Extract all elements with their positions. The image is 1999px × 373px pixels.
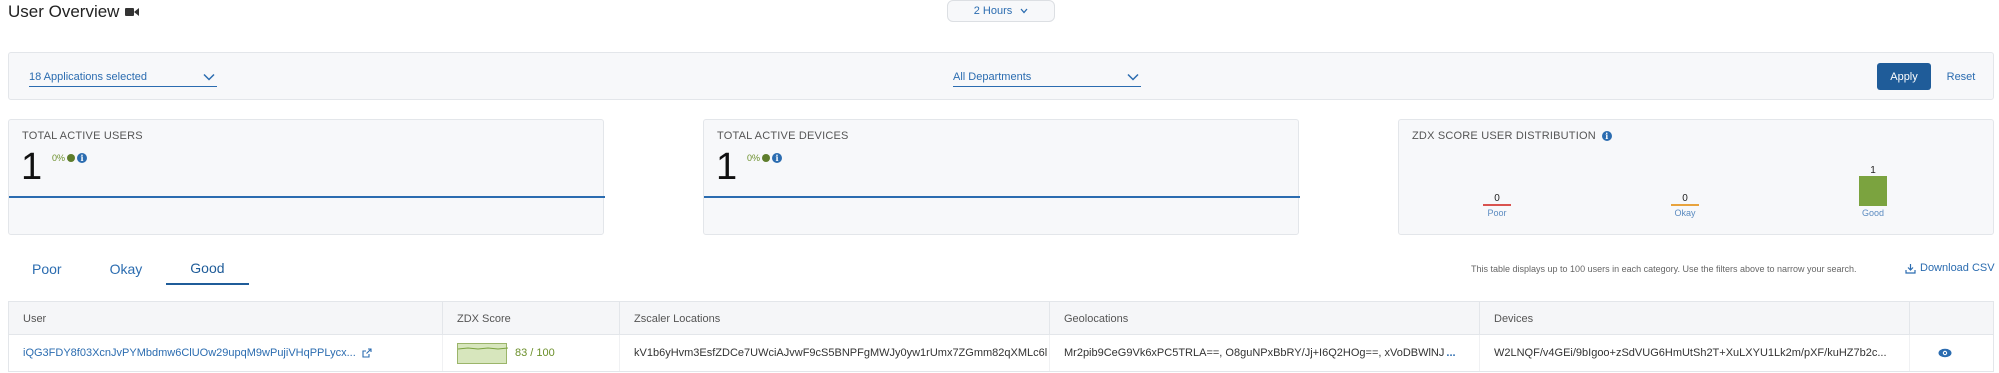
chevron-down-icon [1020, 8, 1028, 14]
distribution-chart: 0 Poor 0 Okay 1 Good [1483, 165, 1887, 218]
info-icon[interactable]: i [77, 153, 88, 163]
total-active-devices-value: 1 [716, 146, 738, 188]
page-title-text: User Overview [8, 2, 120, 21]
column-header-user[interactable]: User [9, 302, 443, 335]
zdx-score-cell: 83 / 100 [443, 335, 620, 371]
download-icon [1905, 263, 1916, 274]
info-icon[interactable]: i [772, 153, 783, 163]
score-sparkline [457, 342, 509, 364]
trend-percent: 0% [747, 153, 761, 163]
apply-button[interactable]: Apply [1877, 63, 1931, 90]
column-header-zdx-score[interactable]: ZDX Score [443, 302, 620, 335]
distribution-count-okay: 0 [1682, 193, 1688, 204]
column-header-geolocations[interactable]: Geolocations [1050, 302, 1480, 335]
card-title: TOTAL ACTIVE DEVICES [717, 130, 849, 142]
score-tabs: Poor Okay Good [8, 253, 249, 285]
time-range-value: 2 Hours [973, 5, 1013, 17]
tab-poor[interactable]: Poor [8, 253, 86, 285]
user-link[interactable]: iQG3FDY8f03XcnJvPYMbdmw6ClUOw29upqM9wPuj… [23, 347, 356, 359]
card-title: ZDX SCORE USER DISTRIBUTION i [1412, 130, 1612, 142]
actions-cell [1910, 335, 1993, 371]
trend-percent: 0% [52, 153, 66, 163]
geolocations-value: Mr2pib9CeG9Vk6xPC5TRLA==, O8guNPxBbRY/Jj… [1064, 347, 1445, 359]
applications-dropdown-value: 18 Applications selected [29, 70, 148, 83]
trend-indicator: 0% i [747, 153, 783, 163]
trend-dot-icon [67, 154, 76, 162]
filter-bar: 18 Applications selected All Departments… [8, 52, 1994, 100]
trend-dot-icon [762, 154, 771, 162]
external-link-icon[interactable] [362, 348, 372, 358]
eye-icon[interactable] [1938, 348, 1952, 358]
applications-dropdown[interactable]: 18 Applications selected [29, 67, 217, 87]
table-row[interactable]: iQG3FDY8f03XcnJvPYMbdmw6ClUOw29upqM9wPuj… [9, 335, 1993, 371]
total-active-users-card: TOTAL ACTIVE USERS 1 0% i [8, 119, 605, 235]
column-header-locations[interactable]: Zscaler Locations [620, 302, 1050, 335]
video-camera-icon [125, 8, 140, 16]
distribution-count-good: 1 [1870, 165, 1876, 176]
tab-good[interactable]: Good [166, 253, 249, 285]
users-table: User ZDX Score Zscaler Locations Geoloca… [8, 301, 1994, 372]
card-title-text: ZDX SCORE USER DISTRIBUTION [1412, 130, 1596, 142]
chevron-down-icon [1127, 73, 1139, 81]
total-active-users-value: 1 [21, 146, 43, 188]
distribution-bar-okay [1671, 204, 1699, 206]
card-title: TOTAL ACTIVE USERS [22, 130, 143, 142]
table-note: This table displays up to 100 users in e… [1471, 264, 1857, 274]
distribution-bar-poor [1483, 204, 1511, 206]
download-csv-label: Download CSV [1920, 262, 1995, 274]
score-distribution-card: ZDX SCORE USER DISTRIBUTION i 0 Poor 0 Okay… [1398, 119, 1994, 235]
more-ellipsis[interactable]: ... [1446, 347, 1455, 359]
total-active-devices-card: TOTAL ACTIVE DEVICES 1 0% i [703, 119, 1300, 235]
trend-line [9, 196, 605, 198]
table-header: User ZDX Score Zscaler Locations Geoloca… [9, 302, 1993, 335]
devices-cell: W2LNQF/v4GEi/9bIgoo+zSdVUG6HmUtSh2T+XuLX… [1480, 335, 1910, 371]
tab-okay[interactable]: Okay [86, 253, 167, 285]
distribution-count-poor: 0 [1494, 193, 1500, 204]
chevron-down-icon [203, 73, 215, 81]
trend-line [704, 196, 1300, 198]
locations-cell: kV1b6yHvm3EsfZDCe7UWciAJvwF9cS5BNPFgMWJy… [620, 335, 1050, 371]
time-range-select[interactable]: 2 Hours [947, 0, 1055, 22]
column-header-actions [1910, 302, 1993, 335]
info-icon[interactable]: i [1601, 131, 1612, 141]
distribution-label-poor[interactable]: Poor [1487, 208, 1506, 218]
column-header-devices[interactable]: Devices [1480, 302, 1910, 335]
page-title: User Overview [8, 2, 140, 22]
download-csv-link[interactable]: Download CSV [1905, 262, 1995, 274]
zdx-score-value: 83 / 100 [515, 347, 555, 359]
user-cell[interactable]: iQG3FDY8f03XcnJvPYMbdmw6ClUOw29upqM9wPuj… [9, 335, 443, 371]
geolocations-cell: Mr2pib9CeG9Vk6xPC5TRLA==, O8guNPxBbRY/Jj… [1050, 335, 1480, 371]
distribution-label-good[interactable]: Good [1862, 208, 1884, 218]
trend-indicator: 0% i [52, 153, 88, 163]
distribution-bar-good [1859, 176, 1887, 206]
distribution-label-okay[interactable]: Okay [1674, 208, 1696, 218]
departments-dropdown-value: All Departments [953, 70, 1032, 83]
reset-button[interactable]: Reset [1941, 63, 1981, 90]
departments-dropdown[interactable]: All Departments [953, 67, 1141, 87]
